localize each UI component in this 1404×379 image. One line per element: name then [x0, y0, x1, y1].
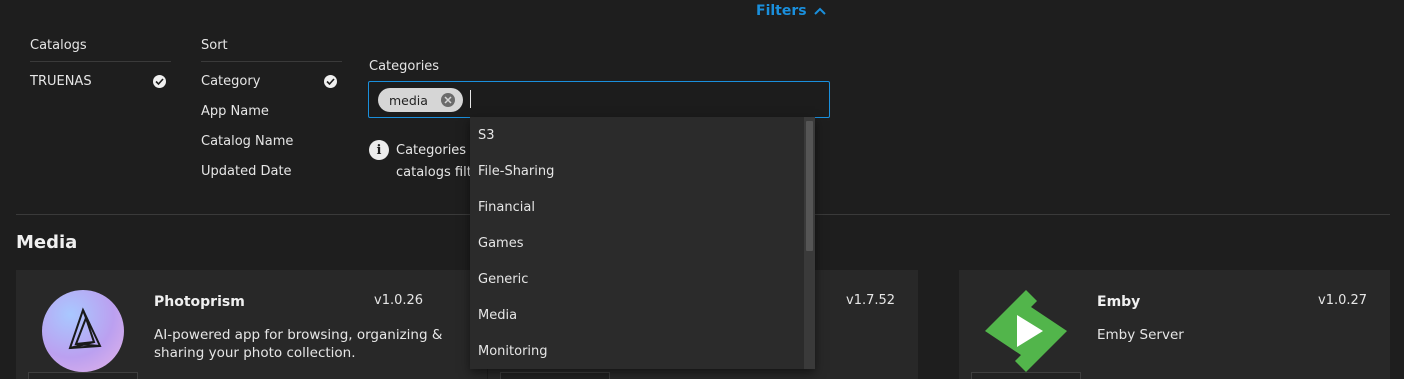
app-version: v1.0.27: [1318, 293, 1368, 308]
info-line-2: catalogs filt: [396, 165, 470, 180]
dropdown-option-monitoring[interactable]: Monitoring: [470, 333, 815, 369]
text-caret: [470, 90, 471, 108]
category-chip-label: media: [389, 92, 428, 108]
catalogs-heading: Catalogs: [30, 38, 87, 53]
app-name: Photoprism: [154, 294, 245, 310]
install-button[interactable]: [500, 372, 610, 379]
app-description: Emby Server: [1097, 327, 1184, 343]
install-button[interactable]: [28, 372, 138, 379]
info-icon: i: [369, 140, 389, 160]
app-description: AI-powered app for browsing, organizing …: [154, 327, 443, 361]
dropdown-scrollbar-thumb[interactable]: [806, 121, 813, 251]
app-version: v1.7.52: [846, 293, 896, 308]
section-title: Media: [16, 232, 78, 253]
dropdown-option-financial[interactable]: Financial: [470, 189, 815, 225]
chevron-up-icon: [813, 7, 826, 15]
sort-option-category[interactable]: Category: [201, 72, 260, 90]
categories-input[interactable]: media: [368, 81, 830, 118]
dropdown-option-file-sharing[interactable]: File-Sharing: [470, 153, 815, 189]
dropdown-option-generic[interactable]: Generic: [470, 261, 815, 297]
sort-divider: [201, 61, 342, 62]
check-icon: [324, 75, 337, 88]
app-version: v1.0.26: [374, 293, 424, 308]
sort-option-app-name[interactable]: App Name: [201, 102, 269, 120]
sort-heading: Sort: [201, 38, 228, 53]
check-icon: [153, 75, 166, 88]
info-line-1: Categories a: [396, 143, 470, 158]
filters-toggle[interactable]: Filters: [756, 3, 827, 19]
categories-label: Categories: [369, 59, 440, 74]
photoprism-logo: [42, 290, 124, 372]
chip-remove-icon[interactable]: [441, 93, 455, 107]
catalogs-divider: [30, 61, 171, 62]
dropdown-option-media[interactable]: Media: [470, 297, 815, 333]
filters-label: Filters: [756, 3, 807, 19]
dropdown-option-games[interactable]: Games: [470, 225, 815, 261]
app-card-photoprism[interactable]: Photoprism v1.0.26 AI-powered app for br…: [16, 270, 487, 379]
emby-logo: [985, 290, 1067, 372]
app-card-emby[interactable]: Emby v1.0.27 Emby Server: [959, 270, 1390, 379]
sort-option-catalog-name[interactable]: Catalog Name: [201, 132, 293, 150]
install-button[interactable]: [971, 372, 1081, 379]
sort-option-updated-date[interactable]: Updated Date: [201, 162, 292, 180]
catalog-option-truenas[interactable]: TRUENAS: [30, 72, 92, 90]
categories-dropdown: S3 File-Sharing Financial Games Generic …: [470, 117, 815, 369]
app-name: Emby: [1097, 294, 1141, 310]
category-chip: media: [378, 88, 463, 112]
dropdown-option-s3[interactable]: S3: [470, 117, 815, 153]
categories-info-text: Categories a catalogs filt: [396, 140, 470, 184]
